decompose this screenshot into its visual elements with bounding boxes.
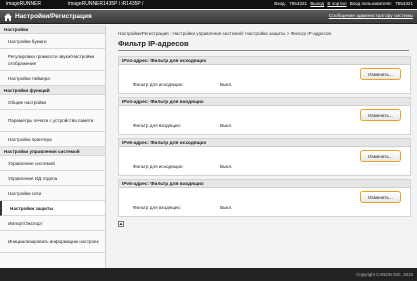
sidebar-section-settings: Настройки: [0, 25, 105, 34]
filter-row: Фильтр для входящих: Выкл.: [133, 123, 232, 128]
model-name: imageRUNNER1435P / iR1435P /: [68, 1, 144, 7]
footer: Copyright CANON INC. 2015: [0, 268, 417, 281]
panel-header: IPv6-адрес: Фильтр для исходящих: [119, 139, 410, 147]
edit-button[interactable]: Изменить...: [360, 109, 401, 121]
sidebar-item-system-management[interactable]: Управление системой: [0, 156, 105, 171]
ipv6-incoming-panel: IPv6-адрес: Фильтр для входящих Изменить…: [118, 179, 411, 217]
sidebar-item-label: Управление системой: [8, 160, 55, 166]
copyright-text: Copyright CANON INC. 2015: [356, 272, 413, 277]
sidebar-item-label: Настройки сети: [8, 190, 42, 196]
sidebar-item-timer-settings[interactable]: Настройки таймера: [0, 71, 105, 86]
main-content: Настройки/Регистрация : Настройки управл…: [110, 27, 413, 51]
sidebar-item-paper-settings[interactable]: Настройки бумаги: [0, 34, 105, 49]
edit-button[interactable]: Изменить...: [360, 191, 401, 203]
sidebar-item-label: Настройки защиты: [10, 205, 54, 211]
edit-button[interactable]: Изменить...: [360, 150, 401, 162]
sidebar: Настройки Настройки бумаги Регулировка г…: [0, 25, 106, 268]
login-user: 7654321: [289, 1, 308, 6]
page-title: Фильтр IP-адресов: [118, 39, 189, 48]
sidebar-item-label: Настройки принтера: [8, 136, 52, 142]
admin-message-link[interactable]: Сообщение администратору системы: [329, 14, 413, 19]
login-label: Вход:: [274, 1, 286, 6]
sidebar-item-label: Общие настройки: [8, 99, 47, 105]
arrow-up-icon[interactable]: [118, 221, 124, 227]
page-header: Настройки/Регистрация Сообщение админист…: [0, 10, 417, 24]
sidebar-item-memory-print-settings[interactable]: Параметры печати с устройства памяти: [0, 110, 105, 132]
sidebar-item-security-settings[interactable]: Настройки защиты: [0, 201, 105, 216]
filter-value: Выкл.: [220, 82, 233, 87]
filter-label: Фильтр для входящих:: [133, 123, 182, 128]
filter-row: Фильтр для исходящих: Выкл.: [133, 82, 232, 87]
sidebar-section-function-settings: Настройки функций: [0, 86, 105, 95]
sidebar-item-network-settings[interactable]: Настройки сети: [0, 186, 105, 201]
user-value: 7654321: [395, 1, 413, 6]
filter-label: Фильтр для исходящих:: [133, 82, 184, 87]
ipv6-outgoing-panel: IPv6-адрес: Фильтр для исходящих Изменит…: [118, 138, 411, 176]
filter-value: Выкл.: [220, 123, 233, 128]
sidebar-item-label: Инициализировать информацию настроек: [8, 239, 99, 244]
page-header-title: Настройки/Регистрация: [15, 13, 92, 20]
filter-value: Выкл.: [220, 164, 233, 169]
sidebar-item-import-export[interactable]: Импорт/Экспорт: [0, 216, 105, 231]
sidebar-item-label: Управление ИД отдела: [8, 175, 58, 181]
filter-value: Выкл.: [220, 205, 233, 210]
user-label: Вход пользователя:: [349, 1, 392, 6]
filter-row: Фильтр для входящих: Выкл.: [133, 205, 232, 210]
logout-link[interactable]: Выход: [310, 1, 324, 6]
sidebar-item-printer-settings[interactable]: Настройки принтера: [0, 132, 105, 147]
filter-row: Фильтр для исходящих: Выкл.: [133, 164, 232, 169]
home-icon[interactable]: [3, 12, 13, 22]
sidebar-item-department-id[interactable]: Управление ИД отдела: [0, 171, 105, 186]
panel-header: IPv4-адрес: Фильтр для исходящих: [119, 57, 410, 65]
filter-label: Фильтр для входящих:: [133, 205, 182, 210]
sidebar-item-label: Импорт/Экспорт: [8, 220, 43, 226]
breadcrumb: Настройки/Регистрация : Настройки управл…: [118, 31, 331, 36]
sidebar-item-label: Настройки таймера: [8, 75, 50, 81]
ipv4-outgoing-panel: IPv4-адрес: Фильтр для исходящих Изменит…: [118, 56, 411, 94]
sidebar-section-system-management: Настройки управления системой: [0, 147, 105, 156]
filter-label: Фильтр для исходящих:: [133, 164, 184, 169]
title-divider: [118, 50, 409, 51]
top-bar-right: Вход: 7654321 Выход В портал Вход пользо…: [272, 1, 413, 6]
sidebar-item-label: Регулировка громкости звука/Настройки от…: [8, 53, 95, 66]
sidebar-item-general-settings[interactable]: Общие настройки: [0, 95, 105, 110]
sidebar-item-label: Параметры печати с устройства памяти: [8, 118, 94, 123]
ipv4-incoming-panel: IPv4-адрес: Фильтр для входящих Изменить…: [118, 97, 411, 135]
sidebar-item-label: Настройки бумаги: [8, 38, 47, 44]
top-bar: imageRUNNER imageRUNNER1435P / iR1435P /…: [0, 0, 417, 9]
panel-header: IPv6-адрес: Фильтр для входящих: [119, 180, 410, 188]
portal-link[interactable]: В портал: [327, 1, 346, 6]
edit-button[interactable]: Изменить...: [360, 68, 401, 80]
sidebar-item-volume-display[interactable]: Регулировка громкости звука/Настройки от…: [0, 49, 105, 71]
sidebar-item-initialize-settings[interactable]: Инициализировать информацию настроек: [0, 231, 105, 253]
brand-name: imageRUNNER: [6, 1, 42, 7]
panel-header: IPv4-адрес: Фильтр для входящих: [119, 98, 410, 106]
